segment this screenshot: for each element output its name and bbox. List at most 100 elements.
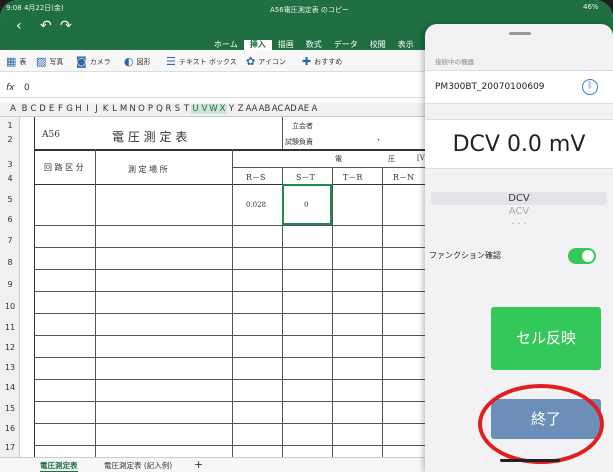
row-header[interactable]: 9 — [0, 280, 20, 289]
tab-home[interactable]: ホーム — [208, 40, 244, 50]
row-header[interactable]: 2 — [0, 135, 20, 144]
ribbon-tabs: ホーム 挿入 描画 数式 データ 校閲 表示 — [208, 40, 420, 50]
tab-view[interactable]: 表示 — [392, 40, 420, 50]
column-header[interactable]: S — [173, 104, 182, 114]
insert-camera-button[interactable]: ◙ カメラ — [76, 55, 111, 68]
sheet-tab-voltage[interactable]: 電圧測定表 — [40, 460, 78, 472]
recommended-icon: ✚ — [302, 55, 312, 68]
column-header[interactable]: K — [101, 104, 110, 114]
tab-insert[interactable]: 挿入 — [243, 40, 272, 50]
insert-photo-button[interactable]: ▨ 写真 — [36, 55, 63, 68]
row-header[interactable]: 8 — [0, 258, 20, 267]
row-header[interactable]: 6 — [0, 215, 20, 224]
chevron-left-icon[interactable]: ‹ — [16, 18, 22, 34]
row-header[interactable]: 10 — [0, 302, 20, 311]
redo-icon[interactable]: ↷ — [60, 18, 72, 34]
column-header[interactable]: D — [38, 104, 47, 114]
row-header[interactable]: 3 — [0, 160, 20, 169]
column-header[interactable]: AE — [297, 104, 310, 114]
column-header[interactable]: I — [83, 104, 92, 114]
row-header[interactable]: 4 — [0, 174, 20, 183]
column-header[interactable]: L — [110, 104, 119, 114]
column-header[interactable]: E — [47, 104, 56, 114]
column-header[interactable]: AA — [245, 104, 258, 114]
column-header[interactable]: O — [137, 104, 146, 114]
bluetooth-icon[interactable]: ᛒ — [582, 79, 598, 95]
undo-icon[interactable]: ↶ — [40, 18, 52, 34]
column-headers: A B C D E F G H I J K L M N O P Q R S T U V W X Y Z AA AB AC AD AE A — [0, 103, 440, 117]
col-place: 測 定 場 所 — [128, 165, 168, 174]
function-confirm-toggle[interactable] — [568, 248, 596, 264]
row-header[interactable]: 7 — [0, 236, 20, 245]
row-header[interactable]: 16 — [0, 424, 20, 433]
shapes-icon: ◐ — [124, 55, 134, 68]
column-header[interactable]: H — [74, 104, 83, 114]
insert-recommended-button[interactable]: ✚ おすすめ — [302, 55, 342, 68]
value-rs[interactable]: 0.028 — [246, 201, 266, 209]
column-header[interactable]: AB — [258, 104, 271, 114]
column-header[interactable]: U — [191, 104, 200, 114]
column-header[interactable]: J — [92, 104, 101, 114]
row-header[interactable]: 12 — [0, 343, 20, 352]
row-header[interactable]: 15 — [0, 404, 20, 413]
function-option-dcv[interactable]: DCV — [431, 192, 607, 205]
tab-draw[interactable]: 描画 — [272, 40, 300, 50]
voltage-hdr-b: 圧 — [388, 155, 395, 163]
function-picker[interactable]: DCV ACV ・・・ — [431, 192, 607, 246]
column-rule — [232, 149, 233, 457]
function-option-acv[interactable]: ACV — [431, 205, 607, 218]
reflect-cell-button[interactable]: セル反映 — [491, 307, 601, 370]
row-header[interactable]: 14 — [0, 383, 20, 392]
column-header[interactable]: P — [146, 104, 155, 114]
insert-shapes-button[interactable]: ◐ 図形 — [124, 55, 151, 68]
column-header[interactable]: R — [164, 104, 173, 114]
signer-top: 立会者 — [292, 122, 313, 130]
column-header[interactable]: T — [182, 104, 191, 114]
row-header[interactable]: 11 — [0, 323, 20, 332]
column-header[interactable]: V — [200, 104, 209, 114]
row-header[interactable]: 1 — [0, 121, 20, 130]
column-header[interactable]: M — [119, 104, 128, 114]
insert-icons-button[interactable]: ✿ アイコン — [246, 55, 286, 68]
home-indicator[interactable] — [500, 459, 560, 462]
formula-value[interactable]: 0 — [24, 83, 30, 93]
column-rule — [332, 167, 333, 457]
device-row[interactable]: PM300BT_20070100609 ᛒ — [425, 70, 613, 104]
column-header[interactable]: G — [65, 104, 74, 114]
row-header[interactable]: 17 — [0, 443, 20, 452]
col-st: S－T — [296, 173, 315, 182]
textbox-icon: ☰ — [166, 55, 176, 68]
selected-cell[interactable] — [282, 184, 332, 225]
voltage-header-rule — [232, 167, 440, 168]
spreadsheet-grid[interactable]: A56 電 圧 測 定 表 立会者 試験負責 ・ 回 路 区 分 測 定 場 所… — [20, 117, 440, 457]
panel-grabber[interactable] — [509, 32, 531, 35]
sheet-tab-example[interactable]: 電圧測定表 (記入例) — [104, 460, 172, 471]
function-option-more[interactable]: ・・・ — [431, 218, 607, 231]
formula-bar[interactable]: fx 0 — [0, 82, 440, 98]
col-tr: T－R — [343, 173, 363, 182]
column-header[interactable]: A — [6, 104, 20, 114]
column-header[interactable]: B — [20, 104, 29, 114]
insert-textbox-button[interactable]: ☰ テキスト ボックス — [166, 55, 237, 68]
insert-table-button[interactable]: ▦ 表 — [6, 55, 26, 68]
column-header[interactable]: W — [209, 104, 218, 114]
column-header[interactable]: Y — [227, 104, 236, 114]
column-header[interactable]: C — [29, 104, 38, 114]
add-sheet-button[interactable]: + — [194, 458, 203, 471]
column-header[interactable]: AD — [284, 104, 297, 114]
tab-formulas[interactable]: 数式 — [300, 40, 328, 50]
column-header[interactable]: A — [310, 104, 319, 114]
icons-icon: ✿ — [246, 55, 256, 68]
row-header[interactable]: 13 — [0, 363, 20, 372]
tab-data[interactable]: データ — [328, 40, 364, 50]
column-header[interactable]: F — [56, 104, 65, 114]
column-header[interactable]: Z — [236, 104, 245, 114]
row-header[interactable]: 5 — [0, 195, 20, 204]
column-header[interactable]: Q — [155, 104, 164, 114]
sheet-tabs-bar: 電圧測定表 電圧測定表 (記入例) + — [0, 457, 440, 472]
column-header[interactable]: AC — [271, 104, 284, 114]
column-header[interactable]: X — [218, 104, 227, 114]
col-rs: R－S — [246, 173, 266, 182]
column-header[interactable]: N — [128, 104, 137, 114]
tab-review[interactable]: 校閲 — [364, 40, 392, 50]
